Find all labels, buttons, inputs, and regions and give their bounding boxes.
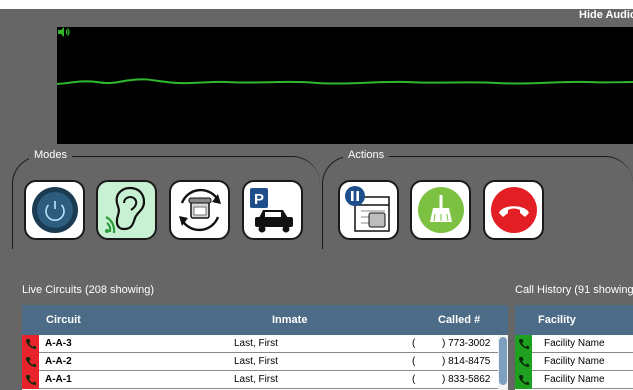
history-status-flag xyxy=(515,335,532,353)
call-history-title: Call History (91 showing xyxy=(515,284,633,296)
facility-name: Facility Name xyxy=(544,374,605,385)
circuit-status-flag xyxy=(22,371,39,389)
table-row[interactable]: A-A-1 Last, First ( ) 833-5862 xyxy=(22,371,508,389)
table-row[interactable]: Facility Name xyxy=(515,353,633,371)
phone-transfer-icon xyxy=(178,188,221,232)
power-icon xyxy=(31,187,78,233)
called-number-paren: ( xyxy=(412,374,416,385)
table-row[interactable]: Facility Name xyxy=(515,335,633,353)
phone-handset-icon xyxy=(25,357,36,367)
circuit-status-flag xyxy=(22,335,39,353)
phone-handset-icon xyxy=(25,339,36,349)
hang-up-button[interactable] xyxy=(483,180,544,240)
scrollbar-thumb[interactable] xyxy=(499,337,507,385)
waveform xyxy=(57,78,633,85)
clean-button[interactable] xyxy=(410,180,471,240)
history-status-flag xyxy=(515,371,532,389)
parking-mode-button[interactable]: P xyxy=(242,180,303,240)
column-header-inmate[interactable]: Inmate xyxy=(272,314,307,326)
column-header-circuit[interactable]: Circuit xyxy=(46,314,81,326)
history-status-flag xyxy=(515,353,532,371)
circuit-id: A-A-2 xyxy=(45,356,72,367)
table-header: Facility xyxy=(515,305,633,335)
called-number: ) 773-3002 xyxy=(442,338,491,349)
pause-calendar-phone-icon xyxy=(344,186,390,232)
svg-text:P: P xyxy=(253,191,263,208)
table-row[interactable]: A-A-2 Last, First ( ) 814-8475 xyxy=(22,353,508,371)
inmate-name: Last, First xyxy=(234,356,278,367)
pause-call-button[interactable] xyxy=(338,180,399,240)
phone-handset-icon xyxy=(25,375,36,385)
hide-audio-link[interactable]: Hide Audio xyxy=(579,9,633,21)
circuit-id: A-A-3 xyxy=(45,338,72,349)
transfer-mode-button[interactable] xyxy=(169,180,230,240)
phone-handset-icon xyxy=(518,339,529,349)
ear-listen-icon xyxy=(104,186,145,234)
circuit-status-flag xyxy=(22,353,39,371)
inmate-name: Last, First xyxy=(234,338,278,349)
column-header-facility[interactable]: Facility xyxy=(538,314,576,326)
called-number: ) 814-8475 xyxy=(442,356,491,367)
table-row[interactable]: A-A-3 Last, First ( ) 773-3002 xyxy=(22,335,508,353)
circuit-id: A-A-1 xyxy=(45,374,72,385)
inmate-name: Last, First xyxy=(234,374,278,385)
audio-waveform-panel xyxy=(57,27,633,144)
called-number: ) 833-5862 xyxy=(442,374,491,385)
power-mode-button[interactable] xyxy=(24,180,85,240)
facility-name: Facility Name xyxy=(544,338,605,349)
live-circuits-title: Live Circuits (208 showing) xyxy=(22,284,155,296)
hang-up-icon xyxy=(490,187,537,233)
column-header-called-number[interactable]: Called # xyxy=(438,314,480,326)
table-header: Circuit Inmate Called # xyxy=(22,305,508,335)
phone-handset-icon xyxy=(518,375,529,385)
live-circuits-table: Circuit Inmate Called # A-A-3 Last, Firs… xyxy=(22,305,508,390)
facility-name: Facility Name xyxy=(544,356,605,367)
call-history-table: Facility Facility Name Facility Name Fac… xyxy=(515,305,633,390)
phone-handset-icon xyxy=(518,357,529,367)
top-strip xyxy=(0,0,633,9)
actions-title: Actions xyxy=(343,149,390,161)
parking-car-icon: P xyxy=(249,188,293,233)
listen-mode-button[interactable] xyxy=(96,180,157,240)
broom-clean-icon xyxy=(417,187,464,233)
speaker-icon[interactable] xyxy=(57,27,71,37)
called-number-paren: ( xyxy=(412,356,416,367)
table-row[interactable]: Facility Name xyxy=(515,371,633,389)
called-number-paren: ( xyxy=(412,338,416,349)
modes-title: Modes xyxy=(29,149,73,161)
